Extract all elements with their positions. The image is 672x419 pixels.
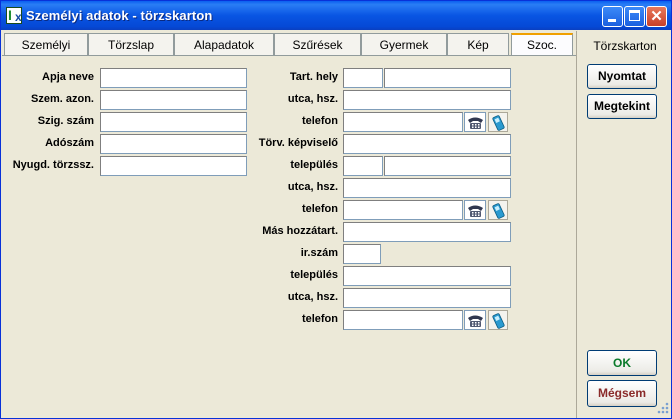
pension-id-input[interactable] [100, 156, 247, 176]
phone-input-1[interactable] [343, 112, 463, 132]
print-button[interactable]: Nyomtat [587, 64, 657, 89]
phone-label-1: telefon [301, 115, 338, 127]
zip-input[interactable] [343, 244, 381, 264]
tab-torzslap[interactable]: Törzslap [88, 33, 174, 55]
settlement-input-2[interactable] [343, 266, 511, 286]
tab-gyermek[interactable]: Gyermek [361, 33, 447, 55]
street-label-1: utca, hsz. [287, 93, 338, 105]
cancel-button[interactable]: Mégsem [587, 380, 657, 407]
tax-number-label: Adószám [45, 137, 94, 149]
maximize-button[interactable] [624, 6, 645, 27]
legal-rep-input[interactable] [343, 134, 511, 154]
zip-label: ir.szám [300, 247, 338, 259]
id-card-label: Szig. szám [37, 115, 94, 127]
app-icon: Ix [6, 7, 22, 24]
telephone-icon[interactable] [464, 200, 486, 220]
phone-label-3: telefon [301, 313, 338, 325]
street-input-1[interactable] [343, 90, 511, 110]
id-card-input[interactable] [100, 112, 247, 132]
mobile-phone-icon[interactable] [488, 310, 508, 330]
tab-szoc[interactable]: Szoc. [511, 33, 573, 55]
father-name-label: Apja neve [42, 71, 94, 83]
maximize-icon [629, 10, 640, 21]
personal-id-input[interactable] [100, 90, 247, 110]
close-button[interactable]: ✕ [646, 6, 667, 27]
personal-id-label: Szem. azon. [31, 93, 94, 105]
tax-number-input[interactable] [100, 134, 247, 154]
settlement-label-2: település [290, 269, 338, 281]
legal-rep-label: Törv. képviselő [258, 137, 338, 149]
phone-input-2[interactable] [343, 200, 463, 220]
resize-grip-icon[interactable] [654, 399, 670, 415]
phone-input-3[interactable] [343, 310, 463, 330]
street-input-3[interactable] [343, 288, 511, 308]
residence-zip-input[interactable] [343, 68, 383, 88]
settlement-label-1: település [290, 159, 338, 171]
minimize-icon [608, 19, 616, 22]
close-icon: ✕ [650, 8, 663, 25]
phone-label-2: telefon [301, 203, 338, 215]
window-title: Személyi adatok - törzskarton [26, 8, 213, 23]
tab-alapadatok[interactable]: Alapadatok [174, 33, 274, 55]
father-name-input[interactable] [100, 68, 247, 88]
telephone-icon[interactable] [464, 112, 486, 132]
settlement-zip-input-1[interactable] [343, 156, 383, 176]
minimize-button[interactable] [602, 6, 623, 27]
title-bar[interactable]: Ix Személyi adatok - törzskarton ✕ [1, 1, 671, 30]
street-input-2[interactable] [343, 178, 511, 198]
ok-button[interactable]: OK [587, 350, 657, 376]
pension-id-label: Nyugd. törzssz. [12, 159, 94, 171]
other-relative-label: Más hozzátart. [262, 225, 338, 237]
settlement-input-1[interactable] [384, 156, 511, 176]
mobile-phone-icon[interactable] [488, 112, 508, 132]
tab-kep[interactable]: Kép [447, 33, 509, 55]
side-panel-title: Törzskarton [593, 39, 657, 53]
mobile-phone-icon[interactable] [488, 200, 508, 220]
residence-city-input[interactable] [384, 68, 511, 88]
residence-label: Tart. hely [289, 71, 338, 83]
main-window: Ix Személyi adatok - törzskarton ✕ Szemé… [0, 0, 672, 419]
other-relative-input[interactable] [343, 222, 511, 242]
street-label-3: utca, hsz. [287, 291, 338, 303]
tab-szuresek[interactable]: Szűrések [274, 33, 361, 55]
view-button[interactable]: Megtekint [587, 94, 657, 119]
telephone-icon[interactable] [464, 310, 486, 330]
tab-szemelyi[interactable]: Személyi [4, 33, 88, 55]
street-label-2: utca, hsz. [287, 181, 338, 193]
